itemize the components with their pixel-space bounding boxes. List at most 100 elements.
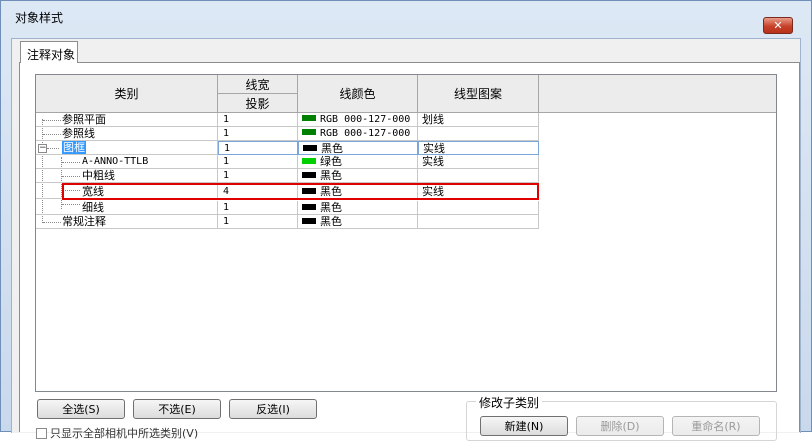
- header-line-weight: 线宽: [218, 75, 298, 94]
- weight-cell[interactable]: 1: [218, 113, 298, 127]
- weight-value: 1: [223, 216, 230, 227]
- color-value: RGB 000-127-000: [320, 128, 411, 139]
- rename-subcategory-button[interactable]: 重命名(R): [672, 416, 760, 436]
- pattern-cell[interactable]: [418, 127, 539, 141]
- category-name: 中粗线: [82, 169, 115, 182]
- pattern-value: 实线: [422, 155, 444, 168]
- pattern-cell[interactable]: [418, 201, 539, 215]
- pattern-value: 实线: [422, 185, 444, 198]
- weight-value: 4: [223, 186, 230, 197]
- category-cell: 参照平面: [36, 113, 218, 127]
- category-cell: 中粗线: [36, 169, 218, 183]
- weight-cell[interactable]: 1: [218, 155, 298, 169]
- weight-value: 1: [223, 114, 230, 125]
- color-cell[interactable]: 黑色: [298, 141, 418, 155]
- color-value: 黑色: [320, 185, 342, 198]
- collapse-toggle[interactable]: −: [38, 144, 47, 153]
- header-projection-label: 投影: [245, 96, 270, 111]
- object-styles-table: 类别 线宽 投影 线颜色 线型图案 参照平面 1 RGB 000-127-000…: [35, 74, 777, 392]
- table-row[interactable]: 参照线 1 RGB 000-127-000: [36, 127, 539, 141]
- color-cell[interactable]: 黑色: [298, 201, 418, 215]
- color-swatch: [302, 158, 316, 164]
- weight-value: 1: [223, 170, 230, 181]
- category-name: 细线: [82, 201, 104, 214]
- weight-cell[interactable]: 1: [218, 201, 298, 215]
- pattern-cell[interactable]: 实线: [418, 155, 539, 169]
- category-cell: 常规注释: [36, 215, 218, 229]
- color-swatch: [302, 188, 316, 194]
- modify-subcategories-label: 修改子类别: [476, 394, 543, 411]
- close-button[interactable]: ✕: [763, 17, 793, 34]
- weight-value: 1: [223, 156, 230, 167]
- header-filler: [539, 75, 776, 113]
- color-swatch: [302, 218, 316, 224]
- table-row[interactable]: 中粗线 1 黑色: [36, 169, 539, 183]
- color-value: 绿色: [320, 155, 342, 168]
- weight-cell[interactable]: 1: [218, 215, 298, 229]
- pattern-cell[interactable]: 实线: [418, 185, 539, 199]
- pattern-value: 划线: [422, 113, 444, 126]
- color-cell[interactable]: 黑色: [298, 185, 418, 199]
- header-line-pattern[interactable]: 线型图案: [418, 75, 539, 113]
- category-name: 图框: [62, 141, 86, 154]
- weight-cell[interactable]: 4: [218, 185, 298, 199]
- show-selected-checkbox-label: 只显示全部相机中所选类别(V): [50, 427, 199, 440]
- color-value: RGB 000-127-000: [320, 114, 411, 125]
- tab-label: 注释对象: [27, 48, 76, 62]
- invert-selection-label: 反选(I): [256, 403, 290, 416]
- pattern-cell[interactable]: [418, 215, 539, 229]
- table-row[interactable]: A-ANNO-TTLB 1 绿色 实线: [36, 155, 539, 169]
- header-line-pattern-label: 线型图案: [453, 87, 502, 101]
- color-cell[interactable]: RGB 000-127-000: [298, 127, 418, 141]
- select-none-label: 不选(E): [158, 403, 196, 416]
- color-value: 黑色: [321, 142, 343, 155]
- color-cell[interactable]: 绿色: [298, 155, 418, 169]
- table-row[interactable]: 宽线 4 黑色 实线: [36, 185, 539, 199]
- title-bar: 对象样式 ✕: [1, 1, 812, 34]
- header-category-label: 类别: [114, 87, 139, 101]
- color-cell[interactable]: RGB 000-127-000: [298, 113, 418, 127]
- select-all-label: 全选(S): [62, 403, 100, 416]
- header-line-color-label: 线颜色: [339, 87, 376, 101]
- color-swatch: [303, 145, 317, 151]
- color-swatch: [302, 172, 316, 178]
- category-cell: 图框: [36, 141, 218, 155]
- window-title: 对象样式: [15, 11, 64, 25]
- show-selected-checkbox[interactable]: [36, 428, 47, 439]
- header-projection[interactable]: 投影: [218, 94, 298, 113]
- header-line-weight-label: 线宽: [245, 77, 270, 92]
- color-cell[interactable]: 黑色: [298, 215, 418, 229]
- weight-cell[interactable]: 1: [218, 127, 298, 141]
- table-row[interactable]: 图框 1 黑色 实线: [36, 141, 539, 155]
- header-line-color[interactable]: 线颜色: [298, 75, 418, 113]
- category-name: A-ANNO-TTLB: [82, 156, 149, 167]
- pattern-cell[interactable]: [418, 169, 539, 183]
- table-row[interactable]: 细线 1 黑色: [36, 201, 539, 215]
- category-cell: 细线: [36, 201, 218, 215]
- color-swatch: [302, 115, 316, 121]
- select-all-button[interactable]: 全选(S): [37, 399, 125, 419]
- tab-annotation-objects[interactable]: 注释对象: [20, 41, 78, 63]
- category-name: 参照线: [62, 127, 95, 140]
- color-cell[interactable]: 黑色: [298, 169, 418, 183]
- color-swatch: [302, 204, 316, 210]
- weight-value: 1: [223, 202, 230, 213]
- color-value: 黑色: [320, 201, 342, 214]
- header-category[interactable]: 类别: [36, 75, 218, 113]
- minus-icon: −: [39, 143, 47, 153]
- select-none-button[interactable]: 不选(E): [133, 399, 221, 419]
- table-row[interactable]: 常规注释 1 黑色: [36, 215, 539, 229]
- pattern-value: 实线: [423, 142, 445, 155]
- close-icon: ✕: [773, 19, 783, 32]
- pattern-cell[interactable]: 划线: [418, 113, 539, 127]
- weight-cell[interactable]: 1: [218, 141, 298, 155]
- delete-subcategory-button[interactable]: 删除(D): [576, 416, 664, 436]
- pattern-cell[interactable]: 实线: [418, 141, 539, 155]
- table-row[interactable]: 参照平面 1 RGB 000-127-000 划线: [36, 113, 539, 127]
- category-name: 常规注释: [62, 215, 106, 228]
- color-value: 黑色: [320, 215, 342, 228]
- weight-value: 1: [224, 143, 231, 154]
- new-subcategory-button[interactable]: 新建(N): [480, 416, 568, 436]
- invert-selection-button[interactable]: 反选(I): [229, 399, 317, 419]
- weight-cell[interactable]: 1: [218, 169, 298, 183]
